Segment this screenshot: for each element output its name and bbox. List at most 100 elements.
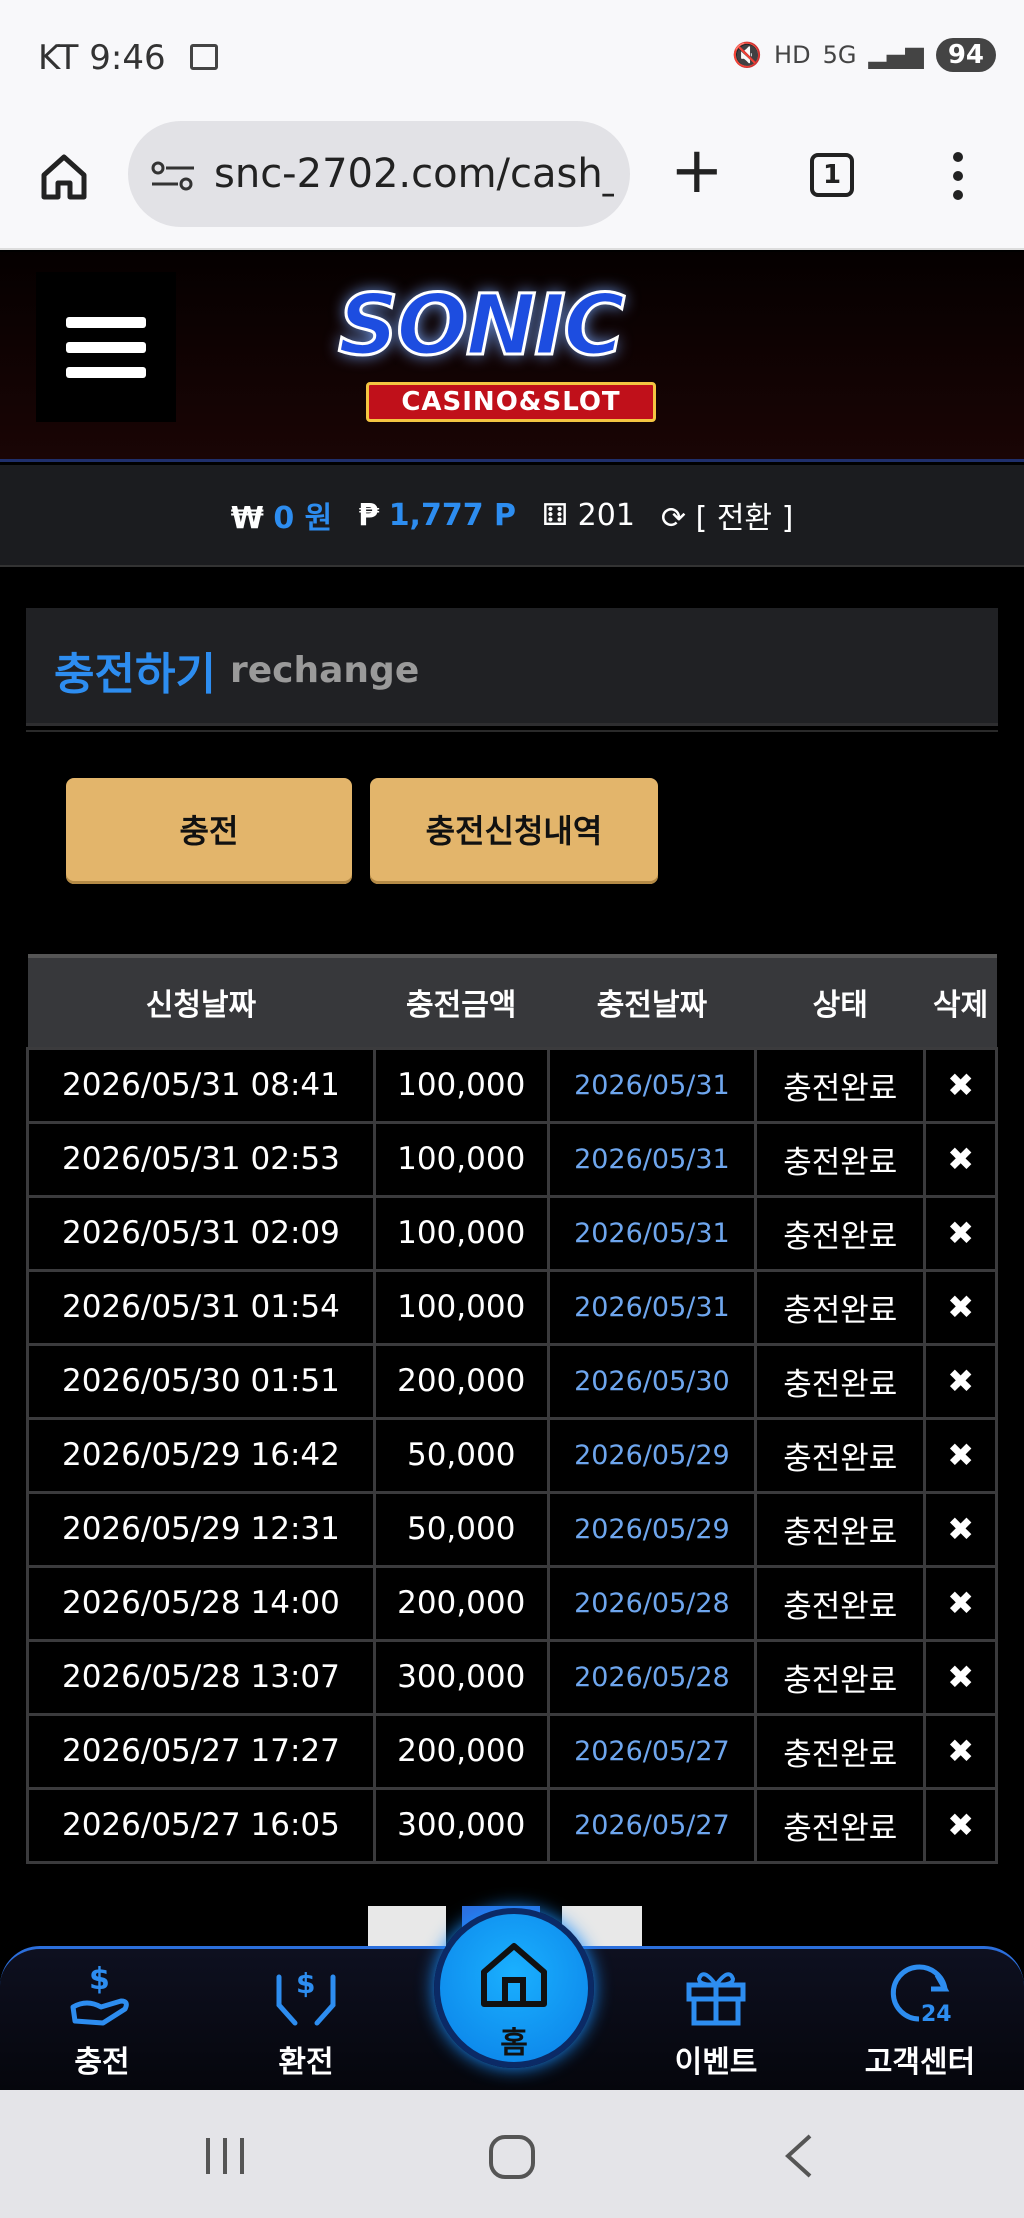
status-cell: 충전완료 [754, 1268, 927, 1346]
more-menu-icon[interactable] [952, 151, 964, 201]
logo-main-text: SONIC [336, 275, 626, 376]
home-icon[interactable] [38, 151, 90, 203]
charge-history-table: 신청날짜 충전금액 충전날짜 상태 삭제 2026/05/31 08:41 100… [26, 954, 998, 1864]
section-subtitle: rechange [230, 650, 420, 691]
header-amount: 충전금액 [374, 954, 549, 1048]
charge-button[interactable]: 충전 [66, 778, 352, 884]
status-cell: 충전완료 [754, 1120, 927, 1198]
nav-exchange[interactable]: $ 환전 [236, 1959, 376, 2081]
won-symbol: ₩ [230, 501, 264, 536]
site-logo[interactable]: SONIC CASINO&SLOT [318, 270, 718, 422]
charge-date-cell: 2026/05/31 [546, 1120, 758, 1198]
status-cell: 충전완료 [754, 1786, 927, 1864]
table-row: 2026/05/31 02:53 100,000 2026/05/31 충전완료 ✖ [26, 1120, 998, 1198]
tab-count-button[interactable]: 1 [810, 153, 854, 197]
table-row: 2026/05/31 01:54 100,000 2026/05/31 충전완료 ✖ [26, 1268, 998, 1346]
delete-icon[interactable]: ✖ [923, 1120, 998, 1198]
nav-charge[interactable]: $ 충전 [32, 1959, 172, 2081]
nav-event[interactable]: 이벤트 [646, 1959, 786, 2081]
delete-icon[interactable]: ✖ [923, 1194, 998, 1272]
won-value: 0 원 [273, 501, 333, 536]
support-24-icon: 24 [890, 1964, 952, 2027]
recent-apps-icon[interactable] [204, 2136, 246, 2176]
table-row: 2026/05/28 13:07 300,000 2026/05/28 충전완료 ✖ [26, 1638, 998, 1716]
status-cell: 충전완료 [754, 1194, 927, 1272]
request-date-cell: 2026/05/27 16:05 [26, 1786, 376, 1864]
header-delete: 삭제 [924, 954, 997, 1048]
delete-icon[interactable]: ✖ [923, 1490, 998, 1568]
page-prev-button[interactable] [368, 1906, 446, 1946]
nav-support[interactable]: 24 고객센터 [850, 1959, 990, 2081]
section-header: 충전하기 rechange [26, 608, 998, 726]
delete-icon[interactable]: ✖ [923, 1416, 998, 1494]
network-label: 5G [822, 41, 857, 69]
delete-icon[interactable]: ✖ [923, 1638, 998, 1716]
chip-value: 201 [577, 497, 635, 533]
site-settings-icon[interactable] [150, 161, 196, 191]
hd-icon: HD [774, 41, 811, 69]
home-icon [481, 1943, 547, 2007]
nav-home-label: 홈 [500, 2026, 528, 2061]
charge-history-button[interactable]: 충전신청내역 [370, 778, 658, 884]
status-cell: 충전완료 [754, 1490, 927, 1568]
table-row: 2026/05/28 14:00 200,000 2026/05/28 충전완료 ✖ [26, 1564, 998, 1642]
delete-icon[interactable]: ✖ [923, 1564, 998, 1642]
table-row: 2026/05/31 02:09 100,000 2026/05/31 충전완료 ✖ [26, 1194, 998, 1272]
request-date-cell: 2026/05/27 17:27 [26, 1712, 376, 1790]
delete-icon[interactable]: ✖ [923, 1786, 998, 1864]
table-row: 2026/05/27 16:05 300,000 2026/05/27 충전완료 ✖ [26, 1786, 998, 1864]
nav-home[interactable]: 홈 [434, 1908, 594, 2068]
table-row: 2026/05/29 12:31 50,000 2026/05/29 충전완료 ✖ [26, 1490, 998, 1568]
amount-cell: 200,000 [372, 1564, 550, 1642]
home-nav-icon[interactable] [488, 2134, 536, 2180]
refresh-icon: ⟳ [660, 501, 687, 536]
table-row: 2026/05/27 17:27 200,000 2026/05/27 충전완료 ✖ [26, 1712, 998, 1790]
system-nav-bar [0, 2090, 1024, 2218]
battery-badge: 94 [935, 38, 996, 72]
chip-balance: ⚅ 201 [542, 498, 635, 533]
request-date-cell: 2026/05/28 13:07 [26, 1638, 376, 1716]
request-date-cell: 2026/05/29 12:31 [26, 1490, 376, 1568]
balance-bar: ₩ 0 원 ₱ 1,777 P ⚅ 201 ⟳ [ 전환 ] [0, 465, 1024, 567]
status-cell: 충전완료 [754, 1712, 927, 1790]
table-row: 2026/05/29 16:42 50,000 2026/05/29 충전완료 ✖ [26, 1416, 998, 1494]
delete-icon[interactable]: ✖ [923, 1342, 998, 1420]
svg-text:$: $ [296, 1967, 315, 2000]
request-date-cell: 2026/05/29 16:42 [26, 1416, 376, 1494]
dice-icon: ⚅ [542, 497, 569, 533]
browser-toolbar: snc-2702.com/cash_ + 1 [0, 115, 1024, 250]
amount-cell: 300,000 [372, 1786, 550, 1864]
header-status: 상태 [755, 954, 925, 1048]
site-header: SONIC CASINO&SLOT [0, 252, 1024, 462]
delete-icon[interactable]: ✖ [923, 1712, 998, 1790]
new-tab-icon[interactable]: + [670, 139, 724, 203]
delete-icon[interactable]: ✖ [923, 1268, 998, 1346]
table-row: 2026/05/31 08:41 100,000 2026/05/31 충전완료 ✖ [26, 1046, 998, 1124]
amount-cell: 200,000 [372, 1342, 550, 1420]
exchange-icon: $ [276, 1967, 336, 2026]
section-divider [26, 730, 998, 732]
header-charge-date: 충전날짜 [548, 954, 756, 1048]
svg-text:24: 24 [921, 2002, 952, 2027]
calendar-icon [190, 44, 218, 70]
request-date-cell: 2026/05/28 14:00 [26, 1564, 376, 1642]
request-date-cell: 2026/05/30 01:51 [26, 1342, 376, 1420]
charge-date-cell: 2026/05/29 [546, 1490, 758, 1568]
url-field[interactable]: snc-2702.com/cash_ [128, 121, 630, 227]
table-row: 2026/05/30 01:51 200,000 2026/05/30 충전완료 ✖ [26, 1342, 998, 1420]
amount-cell: 300,000 [372, 1638, 550, 1716]
charge-date-cell: 2026/05/28 [546, 1564, 758, 1642]
hamburger-menu-button[interactable] [36, 272, 176, 422]
request-date-cell: 2026/05/31 02:53 [26, 1120, 376, 1198]
section-title: 충전하기 [54, 649, 216, 700]
header-request-date: 신청날짜 [27, 954, 375, 1048]
status-cell: 충전완료 [754, 1564, 927, 1642]
request-date-cell: 2026/05/31 01:54 [26, 1268, 376, 1346]
back-icon[interactable] [782, 2132, 816, 2180]
amount-cell: 100,000 [372, 1120, 550, 1198]
url-text: snc-2702.com/cash_ [214, 151, 614, 197]
logo-sub-text: CASINO&SLOT [366, 382, 656, 422]
point-balance: ₱ 1,777 P [358, 498, 516, 533]
delete-icon[interactable]: ✖ [923, 1046, 998, 1124]
convert-button[interactable]: ⟳ [ 전환 ] [661, 493, 793, 537]
